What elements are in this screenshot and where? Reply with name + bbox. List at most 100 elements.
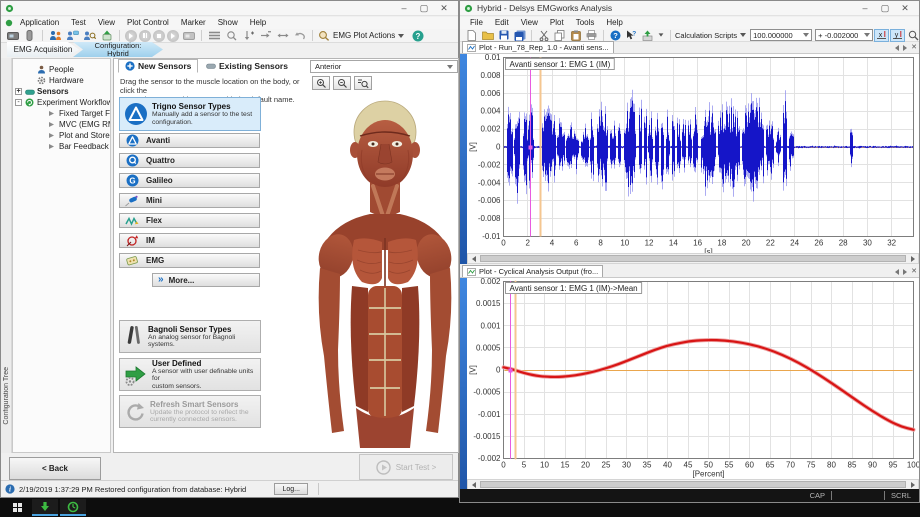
tree-item[interactable]: Bar Feedback — [13, 141, 110, 152]
menu-item[interactable]: Help — [244, 17, 272, 29]
minimize-button[interactable]: – — [855, 2, 875, 15]
toolbar-overflow-icon[interactable] — [659, 33, 664, 36]
scroll-right-button[interactable] — [907, 480, 918, 489]
menu-item[interactable]: Help — [600, 17, 628, 29]
menu-item[interactable]: Show — [212, 17, 244, 29]
list-icon[interactable] — [207, 29, 222, 42]
new-file-icon[interactable] — [464, 29, 479, 42]
cyclical-plot-canvas[interactable] — [467, 278, 919, 479]
scroll-right-button[interactable] — [907, 254, 918, 263]
menu-item[interactable]: View — [515, 17, 544, 29]
calculation-scripts-button[interactable]: Calculation Scripts — [675, 31, 746, 40]
export-icon[interactable] — [640, 29, 655, 42]
play-button[interactable] — [125, 30, 137, 42]
tree-expander[interactable]: - — [15, 99, 22, 106]
help-icon[interactable]: ? — [608, 29, 623, 42]
sensor-button[interactable]: G EMG — [119, 253, 260, 268]
print-icon[interactable] — [584, 29, 599, 42]
menu-item[interactable]: Edit — [489, 17, 515, 29]
sensor-button[interactable]: G IM — [119, 233, 260, 248]
bagnoli-sensor-types-card[interactable]: Bagnoli Sensor Types An analog sensor fo… — [119, 320, 261, 353]
menu-item[interactable]: Marker — [175, 17, 212, 29]
x-axis-lock-toggle[interactable]: x — [874, 29, 889, 42]
copy-icon[interactable] — [552, 29, 567, 42]
sensor-button[interactable]: G Flex — [119, 213, 260, 228]
trigno-sensor-types-card[interactable]: Trigno Sensor Types Manually add a senso… — [119, 97, 261, 131]
menu-item[interactable]: Test — [65, 17, 92, 29]
marker-next-icon[interactable] — [258, 29, 273, 42]
log-button[interactable]: Log... — [274, 483, 308, 495]
menu-item[interactable]: Tools — [570, 17, 601, 29]
menu-item[interactable]: Application — [14, 17, 65, 29]
menu-item[interactable]: View — [92, 17, 121, 29]
people-search-icon[interactable] — [82, 29, 97, 42]
emg-plot-actions-button[interactable]: EMG Plot Actions — [318, 30, 404, 41]
maximize-button[interactable]: ▢ — [875, 2, 895, 15]
refresh-smart-sensors-card[interactable]: Refresh Smart Sensors Update the protoco… — [119, 395, 261, 428]
tab-scroll-left-button[interactable] — [895, 45, 899, 51]
help-icon[interactable]: ? — [410, 29, 425, 42]
pause-button[interactable] — [139, 30, 151, 42]
taskbar-app-analysis[interactable] — [60, 499, 86, 516]
taskbar-app-acquisition[interactable] — [32, 499, 58, 516]
sensor-pod-icon[interactable] — [22, 29, 37, 42]
anatomy-figure[interactable] — [310, 88, 460, 452]
more-sensors-button[interactable]: » More... — [152, 273, 260, 287]
plot1-scrollbar[interactable] — [467, 253, 919, 264]
sensor-button[interactable]: G Avanti — [119, 133, 260, 148]
tab-close-button[interactable]: ✕ — [911, 44, 917, 51]
body-orientation-select[interactable]: Anterior — [310, 60, 458, 73]
tab-emg-acquisition[interactable]: EMG Acquisition — [7, 42, 79, 57]
maximize-button[interactable]: ▢ — [414, 2, 434, 15]
sensor-button[interactable]: G Galileo — [119, 173, 260, 188]
back-button[interactable]: < Back — [9, 457, 101, 480]
stop-button[interactable] — [153, 30, 165, 42]
tree-item[interactable]: Plot and Store — [13, 130, 110, 141]
tree-item[interactable]: Fixed Target Force — [13, 108, 110, 119]
sensor-button[interactable]: G Quattro — [119, 153, 260, 168]
tree-item[interactable]: - Experiment Workflow — [13, 97, 110, 108]
menu-item[interactable]: Plot Control — [121, 17, 175, 29]
tab-configuration-hybrid[interactable]: Configuration:Hybrid — [73, 42, 163, 57]
paste-icon[interactable] — [568, 29, 583, 42]
close-button[interactable]: ✕ — [434, 2, 454, 15]
marker-range-icon[interactable] — [275, 29, 290, 42]
tab-close-button[interactable]: ✕ — [911, 268, 917, 275]
start-button[interactable] — [4, 499, 30, 516]
offset-combo[interactable]: + -0.002000 — [815, 29, 873, 41]
whats-this-icon[interactable]: ? — [624, 29, 639, 42]
sensor-button[interactable]: G Mini — [119, 193, 260, 208]
user-defined-card[interactable]: User Defined A sensor with user definabl… — [119, 358, 261, 391]
add-people-icon[interactable] — [48, 29, 63, 42]
y-axis-lock-toggle[interactable]: y — [890, 29, 905, 42]
open-folder-icon[interactable] — [480, 29, 495, 42]
cut-icon[interactable] — [536, 29, 551, 42]
scale-combo[interactable]: 100.000000 — [750, 29, 812, 41]
undo-icon[interactable] — [292, 29, 307, 42]
base-station-icon[interactable] — [5, 29, 20, 42]
tree-item[interactable]: People — [13, 64, 110, 75]
scrollbar-thumb[interactable] — [480, 481, 906, 488]
save-all-icon[interactable] — [512, 29, 527, 42]
people-chat-icon[interactable] — [65, 29, 80, 42]
emg-plot-canvas[interactable] — [467, 54, 919, 253]
marker-add-icon[interactable] — [241, 29, 256, 42]
next-button[interactable] — [167, 30, 179, 42]
scroll-left-button[interactable] — [468, 254, 479, 263]
tree-item[interactable]: + Sensors — [13, 86, 110, 97]
tree-item[interactable]: Hardware — [13, 75, 110, 86]
tree-expander[interactable]: + — [15, 88, 22, 95]
plot1-tab[interactable]: Plot - Run_78_Rep_1.0 - Avanti sens... — [462, 41, 614, 53]
start-test-button[interactable]: Start Test > — [359, 454, 453, 480]
tab-new-sensors[interactable]: New Sensors — [118, 59, 198, 73]
tab-existing-sensors[interactable]: Existing Sensors — [200, 59, 294, 73]
menu-item[interactable]: File — [464, 17, 489, 29]
tree-item[interactable]: MVC (EMG RMS) — [13, 119, 110, 130]
import-icon[interactable] — [99, 29, 114, 42]
tab-scroll-right-button[interactable] — [903, 269, 907, 275]
close-button[interactable]: ✕ — [895, 2, 915, 15]
zoom-back-icon[interactable] — [224, 29, 239, 42]
zoom-tool-icon[interactable] — [906, 29, 920, 42]
save-icon[interactable] — [496, 29, 511, 42]
tab-scroll-left-button[interactable] — [895, 269, 899, 275]
